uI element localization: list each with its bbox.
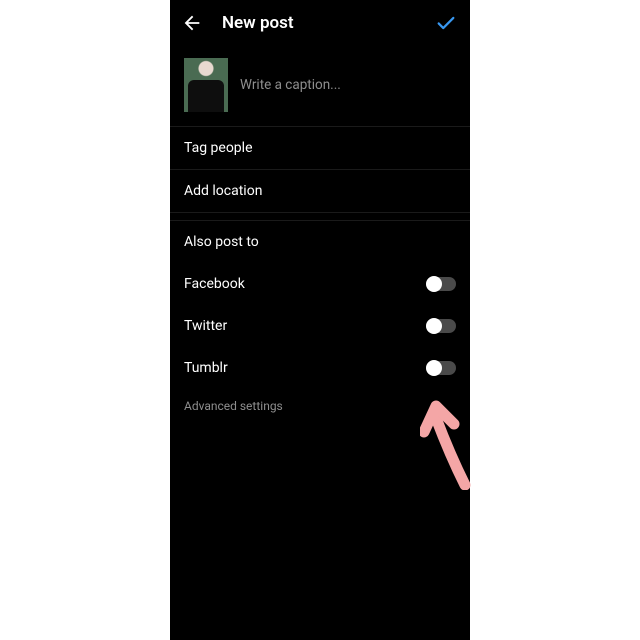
check-icon xyxy=(433,12,459,34)
share-target-facebook[interactable]: Facebook xyxy=(170,263,470,305)
phone-screen: New post Write a caption... Tag people A… xyxy=(170,0,470,640)
page-title: New post xyxy=(222,13,432,33)
caption-input[interactable]: Write a caption... xyxy=(240,77,341,93)
share-label: Facebook xyxy=(184,276,245,292)
share-target-twitter[interactable]: Twitter xyxy=(170,305,470,347)
share-target-tumblr[interactable]: Tumblr xyxy=(170,347,470,389)
toggle-facebook[interactable] xyxy=(426,277,456,291)
tag-people-row[interactable]: Tag people xyxy=(170,127,470,170)
header-bar: New post xyxy=(170,0,470,46)
done-button[interactable] xyxy=(432,11,460,35)
toggle-twitter[interactable] xyxy=(426,319,456,333)
arrow-left-icon xyxy=(181,12,203,34)
advanced-settings-link[interactable]: Advanced settings xyxy=(170,389,470,423)
toggle-tumblr[interactable] xyxy=(426,361,456,375)
share-label: Tumblr xyxy=(184,360,228,376)
share-label: Twitter xyxy=(184,318,227,334)
post-thumbnail[interactable] xyxy=(184,58,228,112)
also-post-to-label: Also post to xyxy=(170,221,470,263)
add-location-row[interactable]: Add location xyxy=(170,170,470,213)
back-button[interactable] xyxy=(180,11,204,35)
caption-row[interactable]: Write a caption... xyxy=(170,46,470,127)
section-divider xyxy=(170,213,470,221)
